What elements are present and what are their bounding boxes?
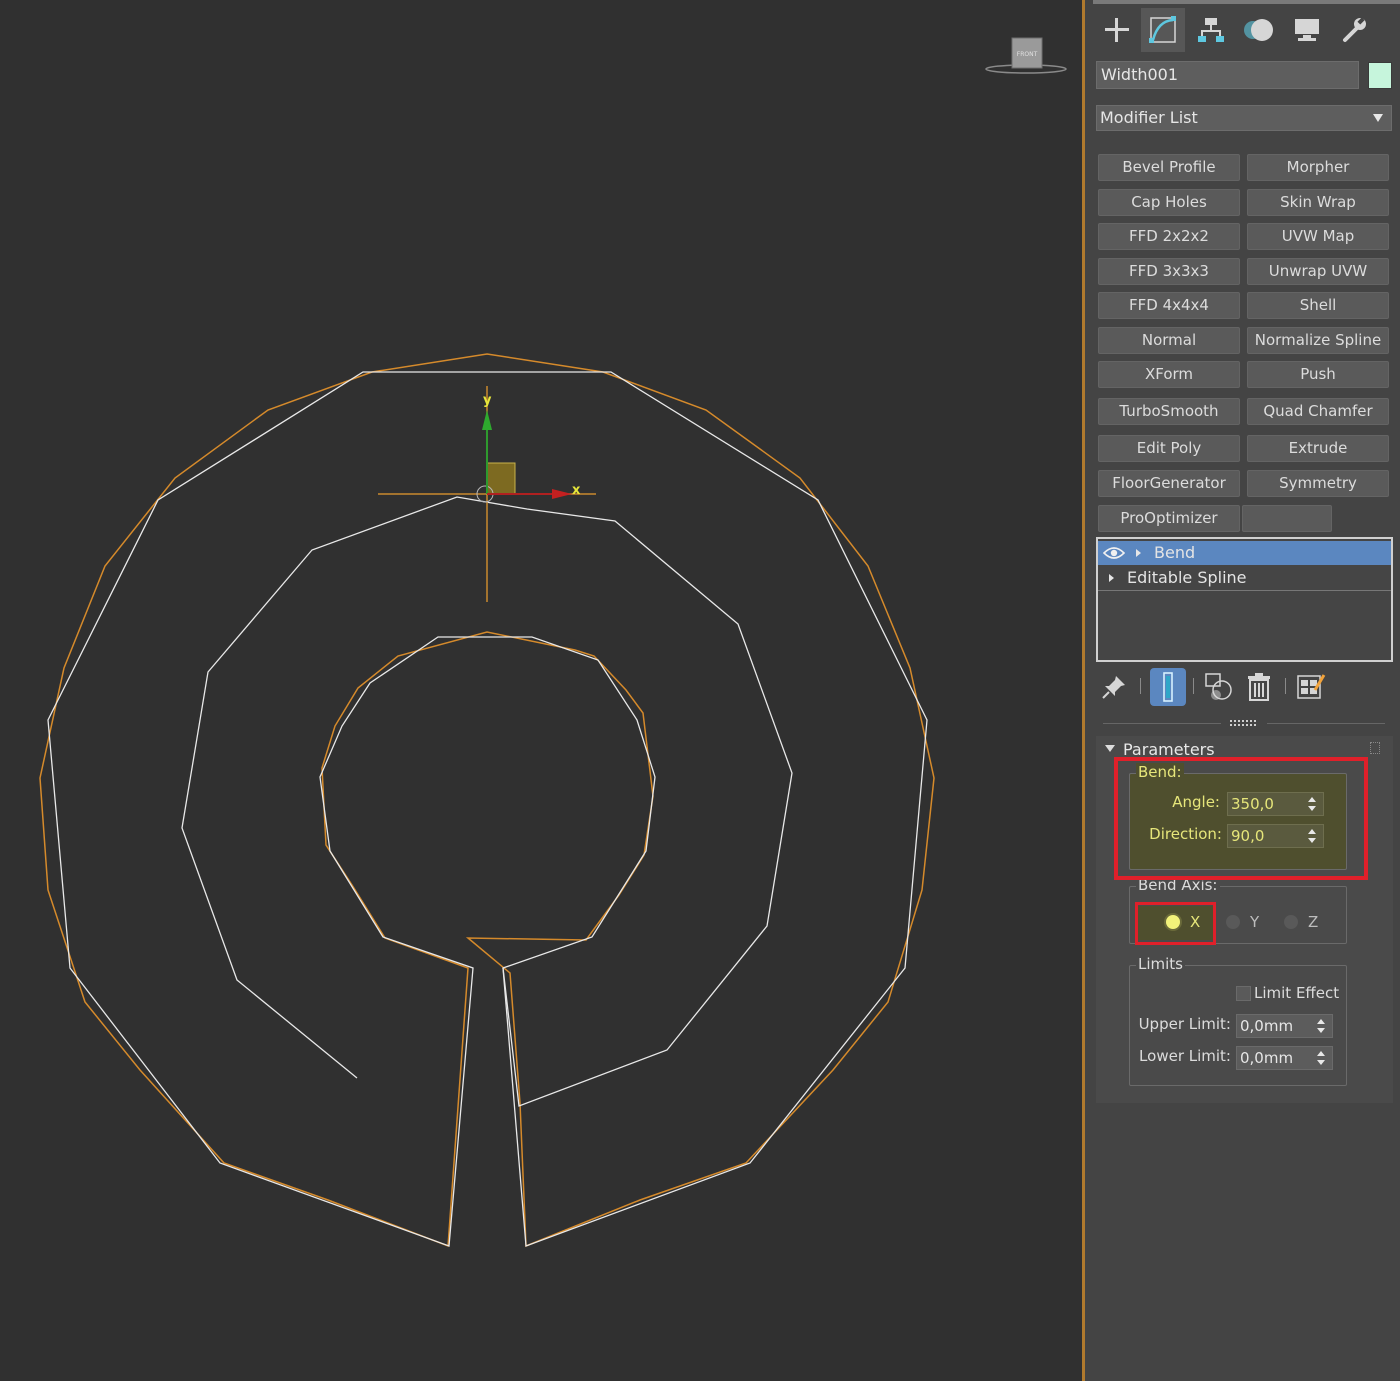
- modifier-button-ffd-3x3x3[interactable]: FFD 3x3x3: [1098, 258, 1240, 285]
- spinner-down-icon[interactable]: [1317, 1060, 1325, 1065]
- modifier-button-ffd-2x2x2[interactable]: FFD 2x2x2: [1098, 223, 1240, 250]
- annotation-box-axis-x: [1135, 902, 1216, 945]
- command-panel-tabs: [1093, 8, 1393, 52]
- modifier-list-label: Modifier List: [1100, 108, 1198, 127]
- upper-limit-label: Upper Limit:: [1138, 1015, 1231, 1033]
- stack-item-label: Editable Spline: [1127, 568, 1247, 587]
- collapse-arrow-icon[interactable]: [1105, 745, 1115, 752]
- axis-z-label[interactable]: Z: [1308, 913, 1318, 931]
- show-end-result-icon: [1163, 672, 1173, 702]
- spinner-up-icon[interactable]: [1317, 1019, 1325, 1024]
- limits-title: Limits: [1136, 955, 1185, 973]
- modifier-button-unwrap-uvw[interactable]: Unwrap UVW: [1247, 258, 1389, 285]
- command-panel: Width001 Modifier List Bevel Profile Mor…: [1085, 0, 1400, 1381]
- hierarchy-tab[interactable]: [1189, 8, 1233, 52]
- modifier-button-skin-wrap[interactable]: Skin Wrap: [1247, 189, 1389, 216]
- toolbar-separator: [1140, 678, 1141, 694]
- make-unique-button[interactable]: [1201, 668, 1237, 706]
- expand-arrow-icon[interactable]: [1109, 574, 1114, 582]
- limit-effect-checkbox[interactable]: [1236, 986, 1251, 1001]
- spinner-up-icon[interactable]: [1317, 1051, 1325, 1056]
- hierarchy-icon: [1198, 18, 1224, 42]
- modifier-button-extrude[interactable]: Extrude: [1247, 435, 1389, 462]
- wrench-icon: [1343, 17, 1366, 42]
- resize-grip-icon[interactable]: [1230, 720, 1256, 726]
- stack-item-editable-spline[interactable]: Editable Spline: [1098, 566, 1391, 591]
- toolbar-separator: [1193, 678, 1194, 694]
- pin-stack-button[interactable]: [1096, 668, 1132, 706]
- annotation-box-bend: [1114, 757, 1368, 880]
- show-end-result-button[interactable]: [1150, 668, 1186, 706]
- lower-limit-value: 0,0mm: [1240, 1049, 1294, 1067]
- display-tab[interactable]: [1285, 8, 1329, 52]
- configure-sets-icon: [1297, 674, 1326, 699]
- gizmo-x-label: x: [572, 483, 581, 498]
- toolbar-separator: [1285, 678, 1286, 694]
- limit-effect-label[interactable]: Limit Effect: [1254, 984, 1339, 1002]
- axis-y-radio[interactable]: [1226, 915, 1240, 929]
- upper-limit-spinner[interactable]: 0,0mm: [1236, 1014, 1333, 1038]
- modifier-button-edit-poly[interactable]: Edit Poly: [1098, 435, 1240, 462]
- modifier-button-normal[interactable]: Normal: [1098, 327, 1240, 354]
- expand-arrow-icon[interactable]: [1136, 549, 1141, 557]
- modifier-button-floorgenerator[interactable]: FloorGenerator: [1098, 470, 1240, 497]
- modifier-button-quad-chamfer[interactable]: Quad Chamfer: [1247, 398, 1389, 425]
- modifier-button-bevel-profile[interactable]: Bevel Profile: [1098, 154, 1240, 181]
- viewport[interactable]: FRONT y x: [0, 0, 1082, 1381]
- remove-modifier-button[interactable]: [1241, 668, 1277, 706]
- viewport-canvas[interactable]: FRONT y x: [0, 0, 1082, 1381]
- upper-limit-value: 0,0mm: [1240, 1017, 1294, 1035]
- modifier-button-cap-holes[interactable]: Cap Holes: [1098, 189, 1240, 216]
- plus-icon: [1105, 18, 1129, 42]
- monitor-icon: [1295, 19, 1319, 41]
- trash-icon: [1248, 673, 1270, 701]
- modifier-button-empty[interactable]: [1242, 505, 1332, 532]
- modifier-button-symmetry[interactable]: Symmetry: [1247, 470, 1389, 497]
- pin-icon: [1102, 676, 1125, 699]
- rollout-grip-icon[interactable]: [1370, 742, 1380, 754]
- panel-top-strip: [1093, 0, 1400, 4]
- stack-item-bend[interactable]: Bend: [1098, 541, 1391, 565]
- parameters-rollout: Parameters Bend: Angle: 350,0 Direction:…: [1096, 736, 1393, 1103]
- modifier-button-xform[interactable]: XForm: [1098, 361, 1240, 388]
- object-color-swatch[interactable]: [1368, 62, 1392, 89]
- viewcube-label: FRONT: [1017, 51, 1038, 58]
- modifier-button-uvw-map[interactable]: UVW Map: [1247, 223, 1389, 250]
- modifier-button-ffd-4x4x4[interactable]: FFD 4x4x4: [1098, 292, 1240, 319]
- modifier-button-normalize-spline[interactable]: Normalize Spline: [1247, 327, 1389, 354]
- modifier-button-shell[interactable]: Shell: [1247, 292, 1389, 319]
- spinner-down-icon[interactable]: [1317, 1028, 1325, 1033]
- object-name-field[interactable]: Width001: [1096, 61, 1359, 89]
- gizmo-y-label: y: [483, 393, 492, 408]
- axis-z-radio[interactable]: [1284, 915, 1298, 929]
- create-tab[interactable]: [1095, 8, 1139, 52]
- axis-y-label[interactable]: Y: [1250, 913, 1259, 931]
- rollout-separator-left: [1103, 723, 1221, 724]
- transform-gizmo[interactable]: y x: [378, 386, 596, 602]
- make-unique-icon: [1205, 673, 1232, 700]
- rollout-separator-right: [1267, 723, 1385, 724]
- lower-limit-label: Lower Limit:: [1139, 1047, 1231, 1065]
- eye-icon[interactable]: [1103, 546, 1125, 560]
- modifier-button-turbosmooth[interactable]: TurboSmooth: [1098, 398, 1240, 425]
- modify-tab[interactable]: [1141, 8, 1185, 52]
- modifier-button-push[interactable]: Push: [1247, 361, 1389, 388]
- modifier-button-prooptimizer[interactable]: ProOptimizer: [1098, 505, 1240, 532]
- lower-limit-spinner[interactable]: 0,0mm: [1236, 1046, 1333, 1070]
- dropdown-arrow-icon: [1373, 114, 1383, 122]
- motion-icon: [1244, 19, 1273, 41]
- motion-tab[interactable]: [1237, 8, 1281, 52]
- viewcube[interactable]: FRONT: [985, 37, 1067, 74]
- utilities-tab[interactable]: [1333, 8, 1377, 52]
- modifier-stack[interactable]: Bend Editable Spline: [1096, 537, 1393, 662]
- modifier-list-dropdown[interactable]: Modifier List: [1096, 105, 1392, 131]
- limits-group: Limits Limit Effect Upper Limit: 0,0mm L…: [1129, 955, 1347, 1086]
- configure-modifier-sets-button[interactable]: [1293, 668, 1329, 706]
- stack-item-label: Bend: [1154, 543, 1196, 562]
- modify-curve-icon: [1149, 16, 1176, 43]
- modifier-button-morpher[interactable]: Morpher: [1247, 154, 1389, 181]
